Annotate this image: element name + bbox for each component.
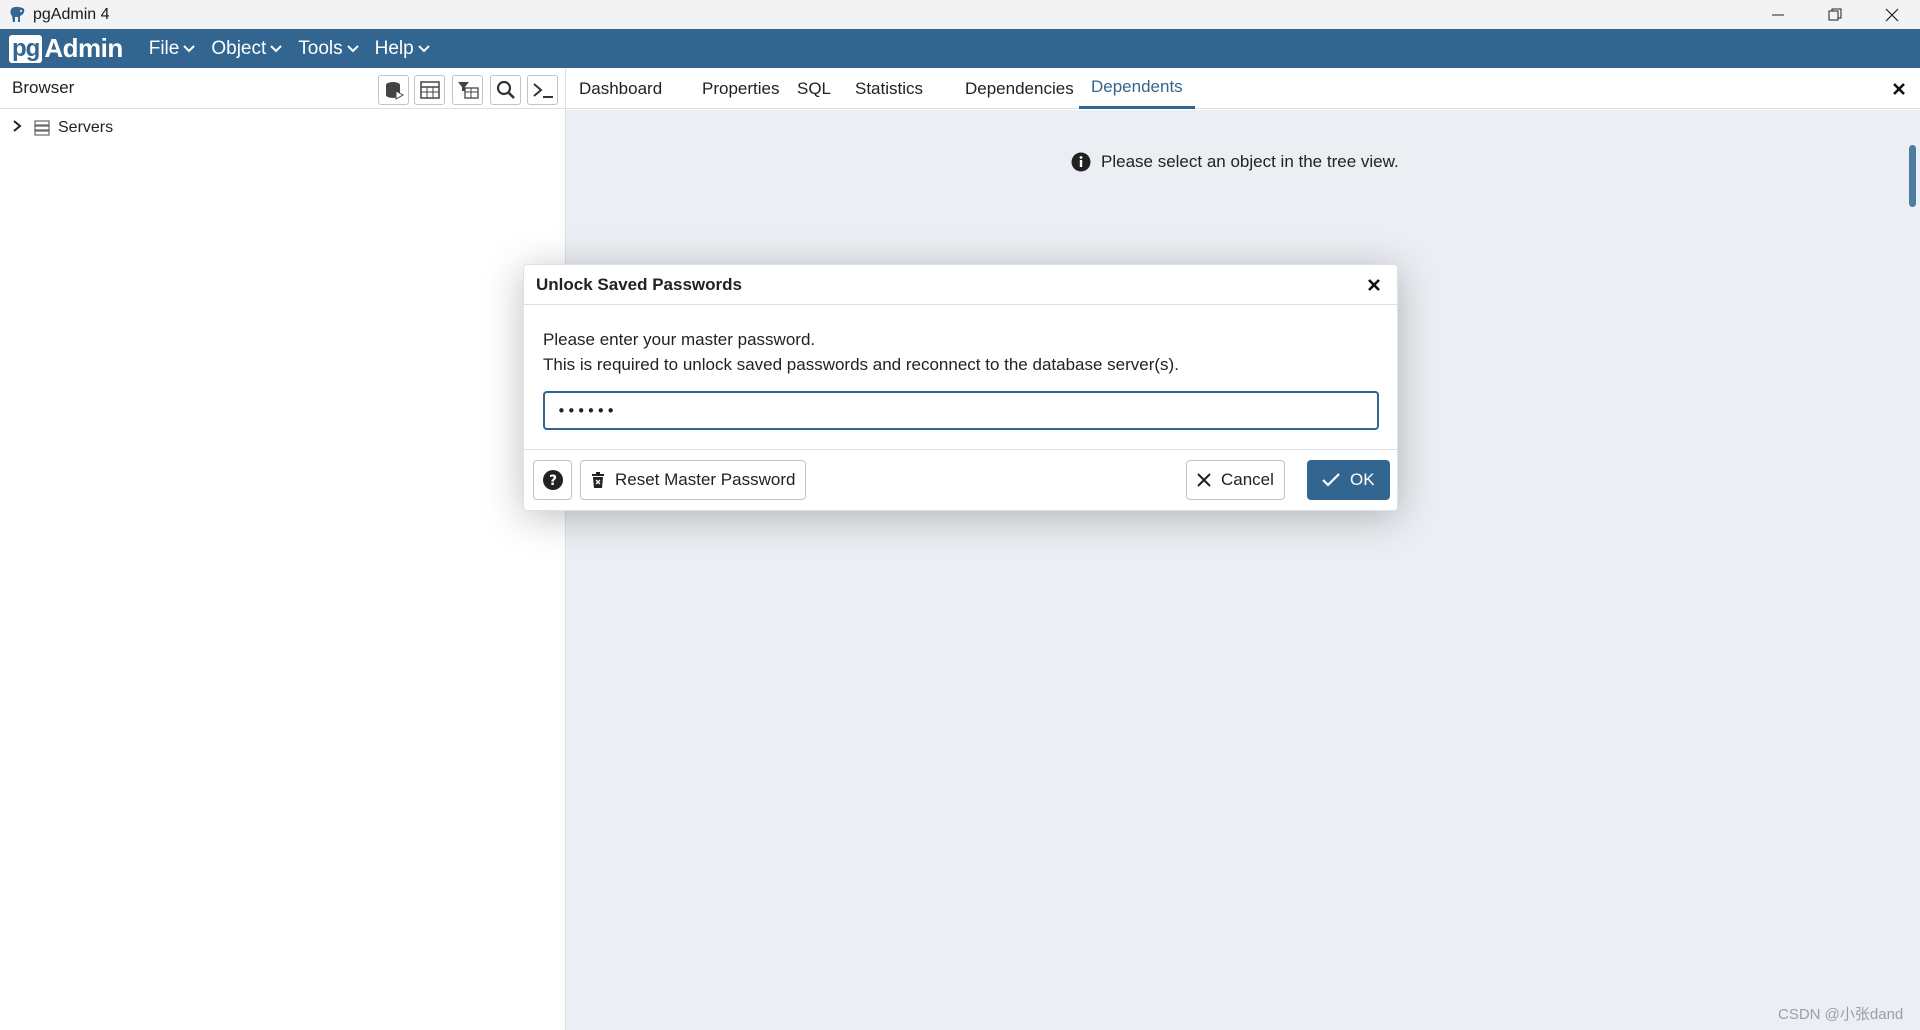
- tab-label: Dashboard: [579, 78, 663, 98]
- terminal-icon: [532, 83, 553, 98]
- chevron-down-icon: [270, 44, 282, 53]
- tab-dependents[interactable]: Dependents: [1079, 68, 1195, 109]
- restore-button[interactable]: [1806, 0, 1863, 29]
- tab-dependencies[interactable]: Dependencies: [953, 68, 1086, 109]
- svg-text:?: ?: [548, 473, 556, 489]
- dialog-message-line1: Please enter your master password.: [543, 330, 816, 349]
- dialog-body: Please enter your master password. This …: [524, 305, 1397, 430]
- chevron-right-icon[interactable]: [12, 119, 22, 138]
- filtered-rows-button[interactable]: [452, 75, 483, 105]
- minimize-icon: [1771, 14, 1784, 15]
- detail-tabs: Dashboard Properties SQL Statistics Depe…: [566, 68, 1920, 109]
- ok-button[interactable]: OK: [1307, 460, 1390, 500]
- pgadmin-elephant-icon: [8, 5, 28, 25]
- info-circle-icon: [1071, 152, 1091, 172]
- panel-close-button[interactable]: [1888, 78, 1910, 100]
- browser-title: Browser: [12, 78, 75, 97]
- window-title: pgAdmin 4: [33, 5, 110, 23]
- close-icon: [1885, 8, 1898, 21]
- detail-content: [566, 110, 1920, 1030]
- unlock-passwords-dialog: Unlock Saved Passwords Please enter your…: [523, 264, 1398, 511]
- close-icon: [1368, 279, 1380, 291]
- tree-item-servers[interactable]: Servers: [12, 115, 113, 141]
- view-data-icon: [419, 81, 440, 99]
- check-icon: [1322, 473, 1340, 487]
- logo-admin: Admin: [44, 33, 123, 63]
- chevron-down-icon: [417, 44, 430, 53]
- cancel-button-label: Cancel: [1221, 470, 1274, 489]
- logo-pg: pg: [9, 34, 43, 63]
- menu-file-label: File: [148, 37, 180, 59]
- menu-object-label: Object: [211, 37, 267, 59]
- dialog-header: Unlock Saved Passwords: [524, 265, 1397, 305]
- pgadmin-logo: pg Admin: [9, 33, 123, 64]
- help-button[interactable]: ?: [533, 460, 572, 500]
- tab-sql[interactable]: SQL: [785, 68, 843, 109]
- scrollbar-thumb[interactable]: [1909, 145, 1916, 207]
- tree-item-label: Servers: [58, 119, 114, 136]
- reset-button-label: Reset Master Password: [615, 470, 796, 489]
- info-message-text: Please select an object in the tree view…: [1101, 152, 1399, 171]
- menu-tools[interactable]: Tools: [298, 37, 359, 60]
- dialog-message-line2: This is required to unlock saved passwor…: [543, 355, 1179, 374]
- view-data-button[interactable]: [414, 75, 445, 105]
- master-password-input[interactable]: [543, 391, 1379, 430]
- menu-help[interactable]: Help: [375, 38, 430, 60]
- dialog-title: Unlock Saved Passwords: [536, 274, 742, 294]
- trash-icon: [591, 472, 605, 488]
- tab-dashboard[interactable]: Dashboard: [567, 68, 674, 109]
- tab-properties[interactable]: Properties: [690, 68, 791, 109]
- question-circle-icon: ?: [542, 470, 563, 490]
- window-title-bar: pgAdmin 4: [0, 0, 1920, 29]
- cancel-button[interactable]: Cancel: [1186, 460, 1285, 500]
- tab-label: Statistics: [855, 78, 924, 98]
- browser-tree: Servers: [0, 110, 565, 1030]
- minimize-button[interactable]: [1749, 0, 1806, 29]
- menu-object[interactable]: Object: [211, 38, 282, 60]
- tab-label: SQL: [797, 78, 832, 98]
- ok-button-label: OK: [1350, 470, 1375, 489]
- reset-master-password-button[interactable]: Reset Master Password: [580, 460, 807, 500]
- servers-icon: [34, 120, 50, 136]
- info-message: Please select an object in the tree view…: [1071, 152, 1399, 172]
- watermark: CSDN @小张dand: [1778, 1006, 1904, 1023]
- chevron-down-icon: [346, 44, 359, 53]
- restore-icon: [1828, 8, 1841, 20]
- search-icon: [496, 80, 515, 99]
- menu-help-label: Help: [374, 37, 414, 59]
- chevron-down-icon: [183, 44, 196, 53]
- window-close-button[interactable]: [1863, 0, 1920, 29]
- search-objects-button[interactable]: [490, 75, 521, 105]
- psql-tool-button[interactable]: [527, 75, 558, 105]
- query-tool-button[interactable]: [378, 75, 409, 105]
- dialog-footer: ? Reset Master Password Cancel OK: [524, 449, 1397, 511]
- menu-file[interactable]: File: [149, 38, 196, 60]
- menu-tools-label: Tools: [298, 37, 343, 59]
- close-icon: [1893, 83, 1905, 95]
- dialog-close-button[interactable]: [1363, 274, 1385, 296]
- close-icon: [1197, 473, 1211, 487]
- tab-label: Dependents: [1091, 77, 1183, 96]
- menu-bar: pg Admin File Object Tools Help: [0, 29, 1920, 68]
- tab-label: Properties: [702, 78, 780, 98]
- query-tool-icon: [385, 82, 404, 100]
- filtered-rows-icon: [457, 82, 479, 99]
- tab-statistics[interactable]: Statistics: [843, 68, 935, 109]
- tab-label: Dependencies: [965, 78, 1074, 98]
